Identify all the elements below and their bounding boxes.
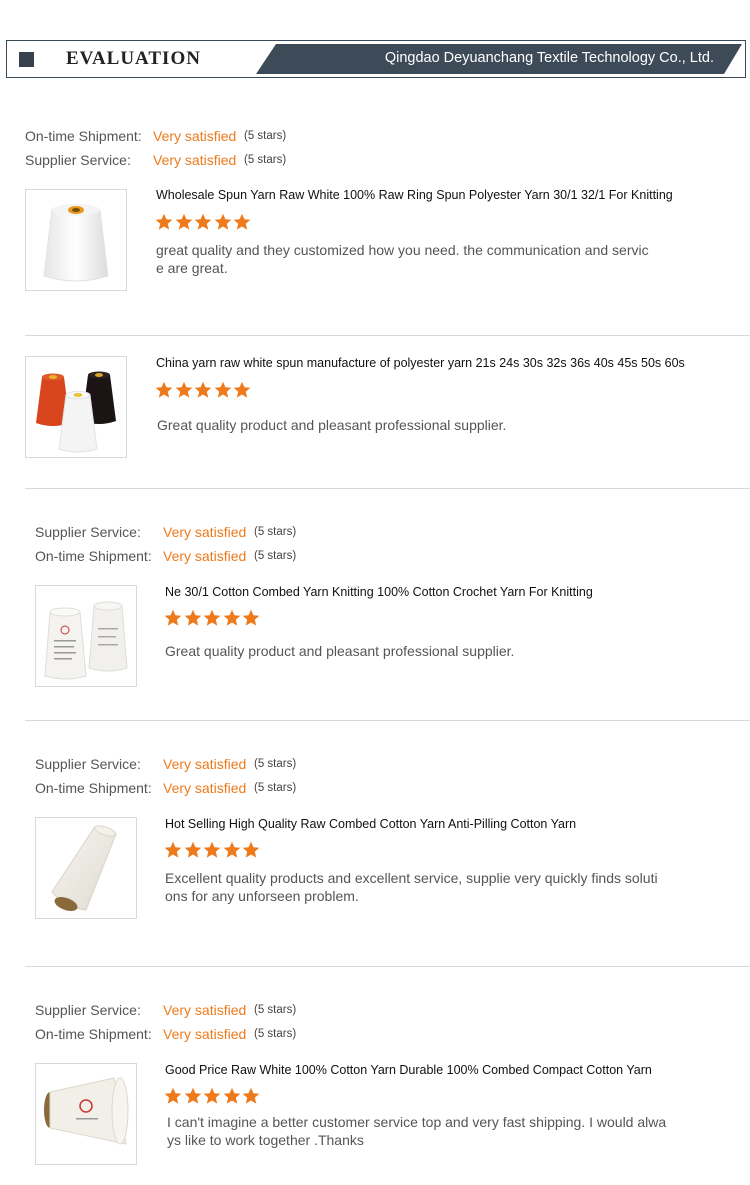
star-icon xyxy=(175,381,192,398)
rating-stars-text: (5 stars) xyxy=(254,1028,297,1040)
star-rating xyxy=(155,381,253,401)
product-title[interactable]: Wholesale Spun Yarn Raw White 100% Raw R… xyxy=(156,188,673,202)
rating-label: Supplier Service: xyxy=(35,756,141,772)
review-comment: I can't imagine a better customer servic… xyxy=(167,1114,667,1148)
rating-label: On-time Shipment: xyxy=(35,780,152,796)
rating-value: Very satisfied xyxy=(163,1026,247,1042)
tilted-yarn-cone-image xyxy=(51,825,117,911)
product-image[interactable] xyxy=(35,1063,137,1165)
rating-value: Very satisfied xyxy=(153,152,237,168)
rating-label: On-time Shipment: xyxy=(35,1026,152,1042)
star-icon xyxy=(164,841,182,858)
star-icon xyxy=(223,609,241,626)
evaluation-header: EVALUATION Qingdao Deyuanchang Textile T… xyxy=(6,40,746,78)
rating-value: Very satisfied xyxy=(163,780,247,796)
review-comment: Excellent quality products and excellent… xyxy=(165,870,658,904)
rating-stars-text: (5 stars) xyxy=(254,526,297,538)
rating-stars-text: (5 stars) xyxy=(254,1004,297,1016)
rating-value: Very satisfied xyxy=(163,756,247,772)
review-comment: Great quality product and pleasant profe… xyxy=(165,643,515,659)
divider xyxy=(25,720,750,721)
rating-value: Very satisfied xyxy=(163,1002,247,1018)
star-icon xyxy=(223,841,241,858)
product-title[interactable]: Good Price Raw White 100% Cotton Yarn Du… xyxy=(165,1063,652,1077)
star-rating xyxy=(155,213,253,233)
product-image[interactable] xyxy=(35,817,137,919)
section-title: EVALUATION xyxy=(66,48,201,69)
star-icon xyxy=(175,213,192,230)
rating-stars-text: (5 stars) xyxy=(254,782,297,794)
product-title[interactable]: Hot Selling High Quality Raw Combed Cott… xyxy=(165,817,576,831)
star-icon xyxy=(203,841,221,858)
star-icon xyxy=(203,1087,221,1104)
star-icon xyxy=(164,1087,182,1104)
star-rating xyxy=(164,609,262,629)
star-icon xyxy=(234,381,251,398)
rating-value: Very satisfied xyxy=(153,128,237,144)
colored-yarn-cones-image xyxy=(36,371,116,453)
rating-label: Supplier Service: xyxy=(35,1002,141,1018)
star-icon xyxy=(155,213,173,230)
star-icon xyxy=(243,1087,260,1104)
header-square-icon xyxy=(19,52,34,67)
rating-value: Very satisfied xyxy=(163,524,247,540)
rating-stars-text: (5 stars) xyxy=(254,550,297,562)
star-icon xyxy=(214,381,232,398)
star-icon xyxy=(234,213,251,230)
star-icon xyxy=(155,381,173,398)
product-image[interactable] xyxy=(25,356,127,458)
divider xyxy=(25,335,750,336)
compact-yarn-cone-image xyxy=(44,1077,129,1145)
star-rating xyxy=(164,841,262,861)
star-icon xyxy=(243,609,260,626)
star-icon xyxy=(184,841,201,858)
product-image[interactable] xyxy=(35,585,137,687)
rating-value: Very satisfied xyxy=(163,548,247,564)
company-band: Qingdao Deyuanchang Textile Technology C… xyxy=(256,44,742,74)
star-icon xyxy=(223,1087,241,1104)
cotton-yarn-cones-image xyxy=(44,601,128,680)
company-name: Qingdao Deyuanchang Textile Technology C… xyxy=(384,50,714,66)
rating-label: On-time Shipment: xyxy=(35,548,152,564)
star-icon xyxy=(184,609,201,626)
star-icon xyxy=(214,213,232,230)
star-icon xyxy=(194,381,212,398)
product-title[interactable]: Ne 30/1 Cotton Combed Yarn Knitting 100%… xyxy=(165,585,593,599)
divider xyxy=(25,966,750,967)
rating-label: Supplier Service: xyxy=(35,524,141,540)
rating-label: Supplier Service: xyxy=(25,152,131,168)
rating-stars-text: (5 stars) xyxy=(244,154,287,166)
review-comment: great quality and they customized how yo… xyxy=(156,242,649,276)
star-icon xyxy=(203,609,221,626)
star-icon xyxy=(184,1087,201,1104)
star-rating xyxy=(164,1087,262,1107)
rating-label: On-time Shipment: xyxy=(25,128,142,144)
rating-stars-text: (5 stars) xyxy=(254,758,297,770)
rating-stars-text: (5 stars) xyxy=(244,130,287,142)
star-icon xyxy=(243,841,260,858)
product-image[interactable] xyxy=(25,189,127,291)
divider xyxy=(25,488,750,489)
review-comment: Great quality product and pleasant profe… xyxy=(157,417,507,433)
star-icon xyxy=(164,609,182,626)
star-icon xyxy=(194,213,212,230)
white-yarn-cone-image xyxy=(43,204,109,282)
product-title[interactable]: China yarn raw white spun manufacture of… xyxy=(156,356,685,370)
